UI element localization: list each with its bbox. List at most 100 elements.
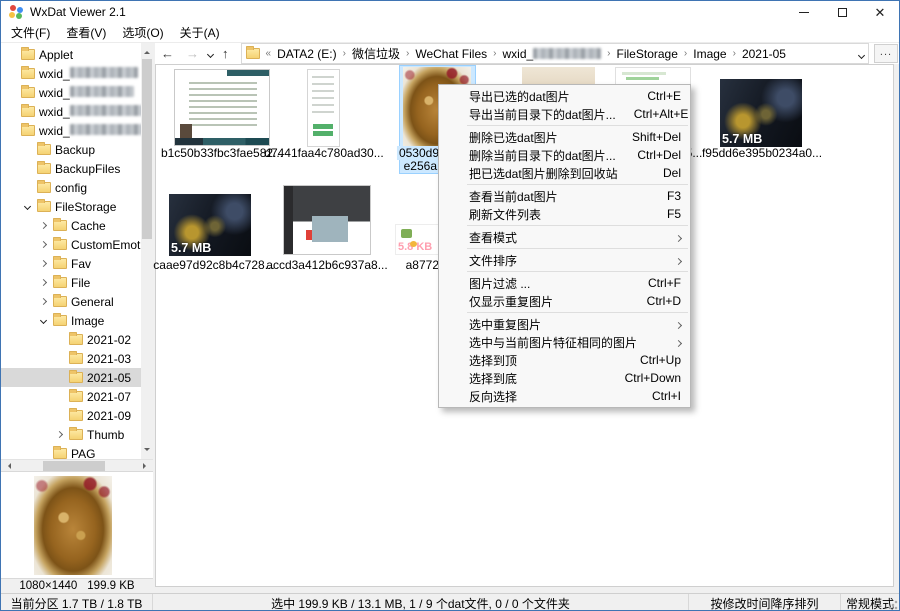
context-menu-item-11[interactable]: 选中重复图片: [439, 315, 690, 333]
close-icon: ✕: [875, 6, 886, 19]
menu-item-shortcut: Ctrl+E: [647, 89, 681, 103]
breadcrumb-item[interactable]: FileStorage: [617, 47, 678, 61]
breadcrumb-item[interactable]: wxid_: [502, 47, 601, 61]
night-photo-thumbnail[interactable]: 5.7 MB: [720, 79, 802, 147]
context-menu-item-13[interactable]: 选择到顶Ctrl+Up: [439, 351, 690, 369]
text-lines: [189, 82, 257, 126]
breadcrumb-separator-icon: ›: [337, 48, 352, 59]
tree-item-cache[interactable]: Cache: [1, 216, 141, 235]
context-menu-item-15[interactable]: 反向选择Ctrl+I: [439, 387, 690, 405]
context-menu-item-2[interactable]: 删除已选dat图片Shift+Del: [439, 128, 690, 146]
address-bar[interactable]: « DATA2 (E:)›微信垃圾›WeChat Files›wxid_›Fil…: [241, 43, 870, 64]
folder-icon: [246, 48, 260, 59]
context-menu-item-0[interactable]: 导出已选的dat图片Ctrl+E: [439, 87, 690, 105]
tree-item-wxid_[interactable]: wxid_: [1, 83, 141, 102]
menu-item-shortcut: F3: [667, 189, 681, 203]
breadcrumb-item[interactable]: 2021-05: [742, 47, 786, 61]
tree-item-2021-02[interactable]: 2021-02: [1, 330, 141, 349]
menubar-item-0[interactable]: 文件(F): [3, 22, 58, 43]
resize-grip-icon[interactable]: [888, 600, 898, 610]
menu-item-label: 选择到底: [469, 370, 607, 387]
breadcrumb-item[interactable]: WeChat Files: [415, 47, 487, 61]
context-menu-item-1[interactable]: 导出当前目录下的dat图片...Ctrl+Alt+E: [439, 105, 690, 123]
history-dropdown[interactable]: [205, 49, 216, 59]
context-menu-item-8[interactable]: 文件排序: [439, 251, 690, 269]
chevron-glyph: [675, 340, 682, 347]
tree-item-label: wxid_: [39, 67, 138, 81]
scrollbar-thumb[interactable]: [43, 461, 105, 471]
scroll-right-icon: [143, 463, 149, 469]
chat-screenshot-thumbnail[interactable]: [174, 69, 270, 146]
tree-item-2021-05[interactable]: 2021-05: [1, 368, 141, 387]
tree-item-wxid_[interactable]: wxid_: [1, 64, 141, 83]
menubar-item-2[interactable]: 选项(O): [114, 22, 171, 43]
context-menu-item-3[interactable]: 删除当前目录下的dat图片...Ctrl+Del: [439, 146, 690, 164]
back-button[interactable]: ←: [155, 46, 180, 61]
context-menu-item-9[interactable]: 图片过滤 ...Ctrl+F: [439, 274, 690, 292]
tree-item-wxid_[interactable]: wxid_: [1, 121, 141, 140]
tree-item-label: wxid_: [39, 124, 141, 138]
breadcrumb-item[interactable]: 微信垃圾: [352, 45, 400, 62]
tree-item-2021-07[interactable]: 2021-07: [1, 387, 141, 406]
menubar-item-3[interactable]: 关于(A): [172, 22, 228, 43]
tree-item-pag[interactable]: PAG: [1, 444, 141, 459]
tree-vertical-scrollbar[interactable]: [141, 43, 153, 459]
context-menu-item-5[interactable]: 查看当前dat图片F3: [439, 187, 690, 205]
tree-item-image[interactable]: Image: [1, 311, 141, 330]
menu-item-label: 选择到顶: [469, 352, 622, 369]
menubar-item-1[interactable]: 查看(V): [58, 22, 114, 43]
close-button[interactable]: ✕: [861, 1, 899, 23]
folder-icon: [21, 106, 35, 117]
folder-icon: [53, 239, 67, 250]
address-dropdown[interactable]: [859, 47, 864, 61]
tree-item-config[interactable]: config: [1, 178, 141, 197]
tree-item-thumb[interactable]: Thumb: [1, 425, 141, 444]
menu-item-label: 选中重复图片: [469, 316, 658, 333]
chevron-right-icon[interactable]: [37, 242, 49, 247]
breadcrumb-item[interactable]: Image: [693, 47, 726, 61]
context-menu-item-7[interactable]: 查看模式: [439, 228, 690, 246]
context-menu-item-6[interactable]: 刷新文件列表F5: [439, 205, 690, 223]
tall-screenshot-thumbnail[interactable]: [307, 69, 340, 147]
context-menu-item-12[interactable]: 选中与当前图片特征相同的图片: [439, 333, 690, 351]
desktop-screenshot-thumbnail[interactable]: [283, 185, 371, 255]
context-menu-item-4[interactable]: 把已选dat图片删除到回收站Del: [439, 164, 690, 182]
tree-horizontal-scrollbar[interactable]: [1, 459, 153, 471]
tree-item-wxid_[interactable]: wxid_: [1, 102, 141, 121]
forward-button[interactable]: →: [180, 46, 205, 61]
context-menu-item-14[interactable]: 选择到底Ctrl+Down: [439, 369, 690, 387]
more-button[interactable]: ...: [874, 44, 898, 63]
chevron-right-icon[interactable]: [37, 280, 49, 285]
breadcrumb-item[interactable]: DATA2 (E:): [277, 47, 337, 61]
chevron-down-icon[interactable]: [21, 204, 33, 209]
preview-info: 1080×1440 199.9 KB: [1, 578, 153, 593]
night-photo-thumbnail[interactable]: 5.7 MB: [169, 194, 251, 256]
tree-item-backup[interactable]: Backup: [1, 140, 141, 159]
tree-item-fav[interactable]: Fav: [1, 254, 141, 273]
scrollbar-thumb[interactable]: [142, 59, 152, 239]
tree-item-file[interactable]: File: [1, 273, 141, 292]
tree-item-backupfiles[interactable]: BackupFiles: [1, 159, 141, 178]
tree-item-2021-03[interactable]: 2021-03: [1, 349, 141, 368]
chevron-glyph: [39, 222, 46, 229]
breadcrumb-separator-icon: ›: [727, 48, 742, 59]
up-button[interactable]: ↑: [216, 46, 235, 61]
menubar: 文件(F)查看(V)选项(O)关于(A): [1, 23, 899, 43]
tree-item-general[interactable]: General: [1, 292, 141, 311]
maximize-button[interactable]: [823, 1, 861, 23]
context-menu-item-10[interactable]: 仅显示重复图片Ctrl+D: [439, 292, 690, 310]
minimize-button[interactable]: [785, 1, 823, 23]
tree-item-label: BackupFiles: [55, 162, 120, 176]
breadcrumb-overflow[interactable]: «: [260, 48, 278, 59]
menu-separator: [467, 312, 688, 313]
chevron-right-icon[interactable]: [37, 299, 49, 304]
tree-item-applet[interactable]: Applet: [1, 45, 141, 64]
chevron-right-icon[interactable]: [37, 223, 49, 228]
tree-item-2021-09[interactable]: 2021-09: [1, 406, 141, 425]
chevron-right-icon[interactable]: [53, 432, 65, 437]
tree-item-customemotion[interactable]: CustomEmotion: [1, 235, 141, 254]
chevron-down-icon[interactable]: [37, 318, 49, 323]
chevron-right-icon[interactable]: [37, 261, 49, 266]
tree-item-label: config: [55, 181, 87, 195]
tree-item-filestorage[interactable]: FileStorage: [1, 197, 141, 216]
